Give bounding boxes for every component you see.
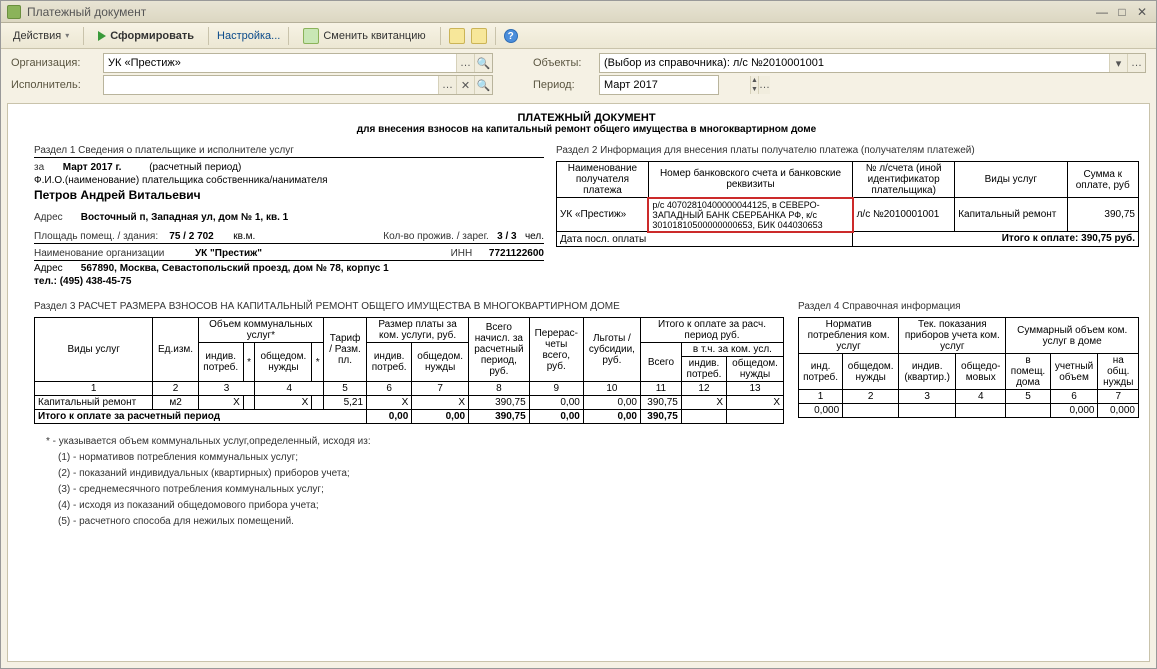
period-up-button[interactable]: ▲ [750, 76, 758, 85]
actions-label: Действия [13, 30, 61, 42]
window-title: Платежный документ [27, 5, 146, 19]
calc-period-note: (расчетный период) [149, 162, 241, 173]
period-dots-button[interactable]: … [758, 76, 770, 94]
tel-value: (495) 438-45-75 [60, 276, 132, 287]
s2-h1: Наименование получателя платежа [557, 162, 649, 198]
document-area: ПЛАТЕЖНЫЙ ДОКУМЕНТ для внесения взносов … [7, 103, 1150, 662]
section1-title: Раздел 1 Сведения о плательщике и исполн… [34, 145, 544, 158]
fio-label: Ф.И.О.(наименование) плательщика собстве… [34, 175, 544, 186]
period-input[interactable] [600, 79, 750, 91]
objects-dots-button[interactable]: … [1127, 54, 1145, 72]
footnotes: * - указывается объем коммунальных услуг… [34, 434, 1139, 530]
orgname-label: Наименование организации [34, 248, 164, 259]
payer-fio: Петров Андрей Витальевич [34, 188, 544, 202]
addr2-label: Адрес [34, 263, 78, 274]
section3-title: Раздел 3 РАСЧЕТ РАЗМЕРА ВЗНОСОВ НА КАПИТ… [34, 301, 784, 313]
minimize-button[interactable]: — [1094, 5, 1110, 19]
s2-foot-right: Итого к оплате: 390,75 руб. [853, 232, 1139, 247]
doc-title: ПЛАТЕЖНЫЙ ДОКУМЕНТ [34, 112, 1139, 124]
period-label: Период: [533, 79, 593, 91]
s2-r1c4: Капитальный ремонт [955, 198, 1067, 232]
section4-table: Норматив потребления ком. услуг Тек. пок… [798, 317, 1139, 418]
inn-label: ИНН [451, 248, 473, 259]
app-icon [7, 5, 21, 19]
org-label: Организация: [11, 57, 97, 69]
maximize-button[interactable]: □ [1114, 5, 1130, 19]
people-value: 3 / 3 [497, 231, 516, 242]
s2-r1c1: УК «Престиж» [557, 198, 649, 232]
executor-input[interactable] [104, 79, 438, 91]
inn-value: 7721122600 [489, 248, 544, 259]
doc-subtitle: для внесения взносов на капитальный ремо… [34, 124, 1139, 135]
note-2: (2) - показаний индивидуальных (квартирн… [58, 466, 1139, 482]
org-dots-button[interactable]: … [456, 54, 474, 72]
change-receipt-label: Сменить квитанцию [323, 30, 425, 42]
s2-h2: Номер банковского счета и банковские рек… [648, 162, 852, 198]
help-icon[interactable]: ? [504, 29, 518, 43]
objects-label: Объекты: [533, 57, 593, 69]
play-icon [98, 31, 106, 41]
people-unit: чел. [525, 231, 544, 242]
executor-dots-button[interactable]: … [438, 76, 456, 94]
objects-combo[interactable]: ▾ … [599, 53, 1146, 73]
section4-title: Раздел 4 Справочная информация [798, 301, 1139, 313]
org-combo[interactable]: … 🔍 [103, 53, 493, 73]
tool-icon-2[interactable] [471, 28, 487, 44]
period-down-button[interactable]: ▼ [750, 85, 758, 94]
s2-r1c5: 390,75 [1067, 198, 1139, 232]
close-button[interactable]: ✕ [1134, 5, 1150, 19]
tool-icon-1[interactable] [449, 28, 465, 44]
actions-menu[interactable]: Действия ▾ [7, 28, 75, 44]
objects-input[interactable] [600, 57, 1109, 69]
change-receipt-button[interactable]: Сменить квитанцию [297, 26, 431, 46]
section3-table: Виды услуг Ед.изм. Объем коммунальных ус… [34, 317, 784, 424]
section2-table: Наименование получателя платежа Номер ба… [556, 161, 1139, 247]
executor-search-button[interactable]: 🔍 [474, 76, 492, 94]
area-label: Площадь помещ. / здания: [34, 231, 158, 242]
period-combo[interactable]: ▲ ▼ … [599, 75, 719, 95]
form-button[interactable]: Сформировать [92, 28, 200, 44]
addr-label: Адрес [34, 212, 78, 223]
s2-h3: № л/счета (иной идентификатор плательщик… [853, 162, 955, 198]
people-label: Кол-во прожив. / зарег. [383, 231, 488, 242]
note-star: * - указывается объем коммунальных услуг… [46, 434, 1139, 450]
payer-addr: Восточный п, Западная ул, дом № 1, кв. 1 [81, 212, 288, 223]
calc-period: Март 2017 г. [63, 162, 122, 173]
area-value: 75 / 2 702 [169, 231, 213, 242]
s2-h5: Сумма к оплате, руб [1067, 162, 1139, 198]
tel-label: тел.: [34, 276, 57, 287]
section2-title: Раздел 2 Информация для внесения платы п… [556, 145, 1139, 157]
addr2-value: 567890, Москва, Севастопольский проезд, … [81, 263, 389, 274]
executor-clear-button[interactable]: ✕ [456, 76, 474, 94]
titlebar: Платежный документ — □ ✕ [1, 1, 1156, 23]
s2-r1c3: л/с №2010001001 [853, 198, 955, 232]
note-5: (5) - расчетного способа для нежилых пом… [58, 514, 1139, 530]
area-unit: кв.м. [233, 231, 255, 242]
za-label: за [34, 162, 60, 173]
chevron-down-icon: ▾ [65, 31, 69, 40]
note-1: (1) - нормативов потребления коммунальны… [58, 450, 1139, 466]
s2-h4: Виды услуг [955, 162, 1067, 198]
s3-total-row: Итого к оплате за расчетный период 0,00 … [35, 410, 784, 424]
form-label: Сформировать [110, 30, 194, 42]
toolbar: Действия ▾ Сформировать Настройка... Сме… [1, 23, 1156, 49]
org-input[interactable] [104, 57, 456, 69]
executor-label: Исполнитель: [11, 79, 97, 91]
note-3: (3) - среднемесячного потребления коммун… [58, 482, 1139, 498]
note-4: (4) - исходя из показаний общедомового п… [58, 498, 1139, 514]
org-search-button[interactable]: 🔍 [474, 54, 492, 72]
s4-row: 0,000 0,000 0,000 [799, 404, 1139, 418]
s2-foot-left: Дата посл. оплаты [557, 232, 853, 247]
orgname-value: УК "Престиж" [195, 248, 262, 259]
s3-row: Капитальный ремонт м2 X X 5,21 X X 390,7… [35, 396, 784, 410]
settings-link[interactable]: Настройка... [217, 30, 280, 42]
s2-row: УК «Престиж» р/с 40702810400000044125, в… [557, 198, 1139, 232]
s2-r1c2: р/с 40702810400000044125, в СЕВЕРО-ЗАПАД… [648, 198, 852, 232]
objects-drop-button[interactable]: ▾ [1109, 54, 1127, 72]
executor-combo[interactable]: … ✕ 🔍 [103, 75, 493, 95]
receipt-icon [303, 28, 319, 44]
